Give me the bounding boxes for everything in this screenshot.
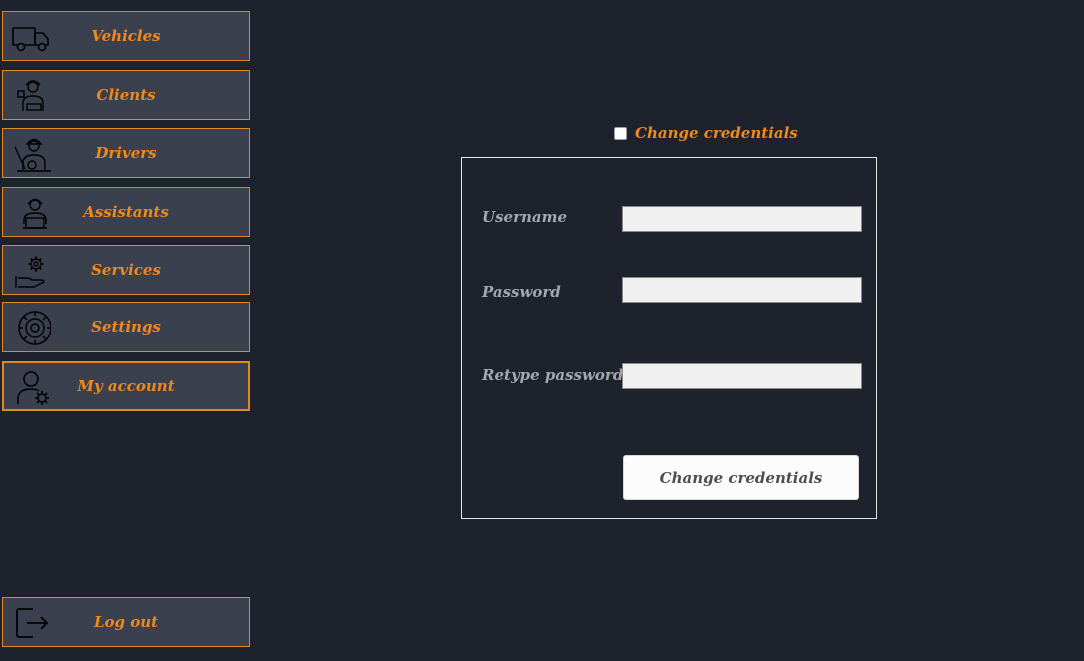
retype-password-label: Retype password	[482, 366, 624, 384]
change-credentials-label[interactable]: Change credentials	[635, 124, 798, 142]
sidebar-item-label: Settings	[91, 318, 161, 336]
logout-button[interactable]: Log out	[2, 597, 250, 647]
sidebar-item-services[interactable]: Services	[2, 245, 250, 295]
password-field[interactable]	[622, 277, 862, 303]
sidebar-item-my-account[interactable]: My account	[2, 361, 250, 411]
logout-label: Log out	[93, 613, 159, 631]
change-credentials-checkbox[interactable]	[614, 126, 627, 140]
username-label: Username	[482, 208, 568, 226]
sidebar-item-settings[interactable]: Settings	[2, 302, 250, 352]
sidebar-item-label: Drivers	[95, 144, 157, 162]
sidebar-item-label: Services	[91, 261, 161, 279]
sidebar-item-label: Clients	[96, 86, 156, 104]
change-credentials-toggle: Change credentials	[614, 124, 798, 142]
change-credentials-button[interactable]: Change credentials	[623, 455, 859, 500]
credentials-form: Username Password Retype password Change…	[461, 157, 877, 519]
sidebar-item-label: My account	[77, 377, 175, 395]
sidebar-item-drivers[interactable]: Drivers	[2, 128, 250, 178]
username-field[interactable]	[622, 206, 862, 232]
password-label: Password	[482, 283, 561, 301]
sidebar-item-clients[interactable]: Clients	[2, 70, 250, 120]
sidebar-item-vehicles[interactable]: Vehicles	[2, 11, 250, 61]
sidebar-item-label: Vehicles	[91, 27, 161, 45]
sidebar-item-label: Assistants	[83, 203, 169, 221]
sidebar-item-assistants[interactable]: Assistants	[2, 187, 250, 237]
retype-password-field[interactable]	[622, 363, 862, 389]
